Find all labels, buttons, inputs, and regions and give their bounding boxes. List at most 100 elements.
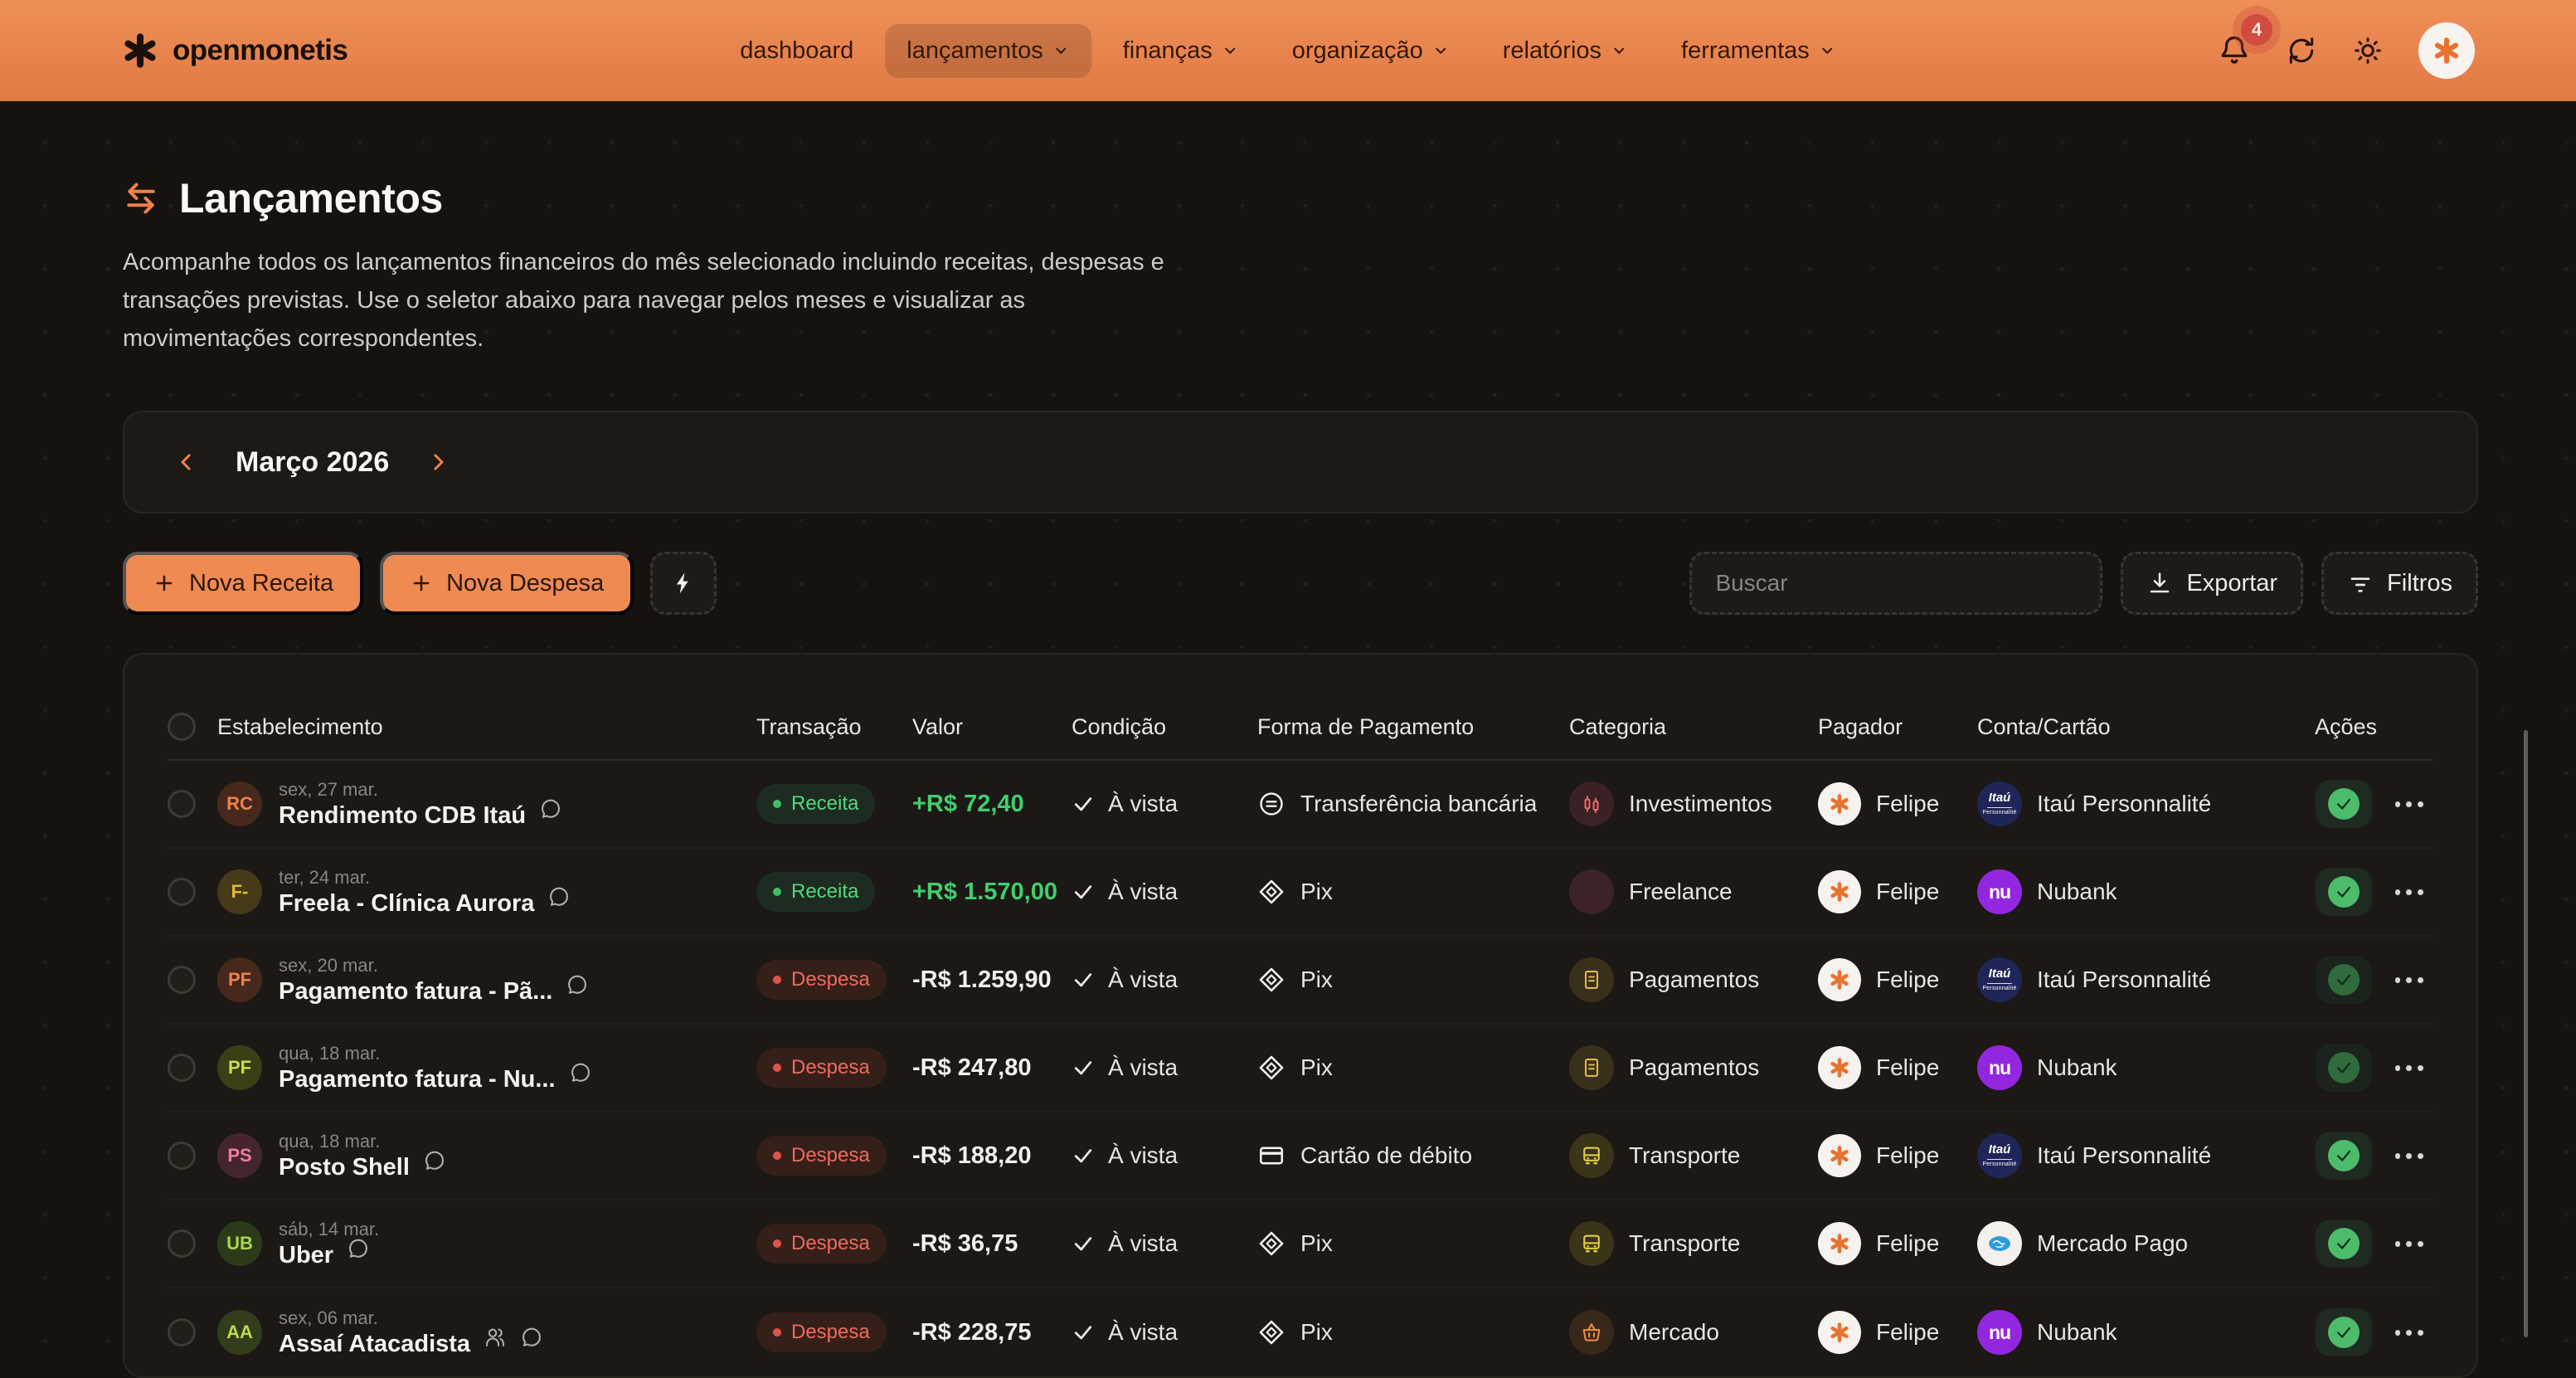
type-dot [773, 1152, 781, 1160]
new-income-button[interactable]: Nova Receita [123, 552, 363, 615]
transaction-name: Posto Shell [279, 1152, 410, 1182]
comment-icon[interactable] [423, 1149, 446, 1172]
condition-label: À vista [1108, 791, 1178, 817]
comment-icon[interactable] [539, 797, 562, 820]
row-menu-button[interactable] [2395, 801, 2423, 807]
table-row[interactable]: PF sex, 20 mar. Pagamento fatura - Pã...… [168, 937, 2433, 1025]
row-menu-button[interactable] [2395, 1330, 2423, 1336]
row-checkbox[interactable] [168, 1142, 196, 1170]
payer-avatar [1818, 958, 1861, 1001]
merchant-avatar: PF [217, 957, 262, 1002]
row-menu-button[interactable] [2395, 1241, 2423, 1247]
row-checkbox[interactable] [168, 966, 196, 994]
comment-icon[interactable] [520, 1326, 543, 1349]
table-row[interactable]: UB sáb, 14 mar. Uber Despesa -R$ 36,75 À… [168, 1200, 2433, 1288]
next-month-button[interactable] [425, 450, 450, 475]
nav-item-ferramentas[interactable]: ferramentas [1660, 24, 1858, 78]
condition-label: À vista [1108, 879, 1178, 905]
row-menu-button[interactable] [2395, 1065, 2423, 1071]
comment-icon[interactable] [566, 973, 589, 996]
comment-icon[interactable] [547, 885, 571, 908]
row-checkbox[interactable] [168, 1054, 196, 1082]
sync-button[interactable] [2286, 35, 2317, 66]
check-icon [1072, 1321, 1095, 1344]
main-navigation: dashboard lançamentos finanças organizaç… [718, 24, 1858, 78]
transaction-name: Pagamento fatura - Nu... [279, 1064, 556, 1094]
account-logo: nu [1977, 1045, 2022, 1090]
table-row[interactable]: AA sex, 06 mar. Assaí Atacadista Despesa… [168, 1288, 2433, 1376]
export-button[interactable]: Exportar [2121, 552, 2303, 615]
category-icon [1569, 782, 1614, 826]
status-check-icon [2328, 876, 2360, 908]
condition-label: À vista [1108, 967, 1178, 993]
nav-item-dashboard[interactable]: dashboard [718, 24, 875, 78]
brand-logo[interactable]: openmonetis [123, 33, 348, 68]
column-header: Forma de Pagamento [1257, 714, 1569, 740]
previous-month-button[interactable] [174, 450, 199, 475]
type-dot [773, 1064, 781, 1072]
nav-item-financas[interactable]: finanças [1101, 24, 1261, 78]
category-icon [1569, 1310, 1614, 1355]
nav-item-lancamentos[interactable]: lançamentos [885, 24, 1091, 78]
table-row[interactable]: F- ter, 24 mar. Freela - Clínica Aurora … [168, 849, 2433, 937]
table-row[interactable]: PF qua, 18 mar. Pagamento fatura - Nu...… [168, 1025, 2433, 1113]
payer-name: Felipe [1876, 1054, 1939, 1081]
row-menu-button[interactable] [2395, 977, 2423, 983]
scrollbar-thumb[interactable] [2524, 730, 2528, 1337]
row-menu-button[interactable] [2395, 889, 2423, 895]
account-name: Nubank [2037, 1054, 2117, 1081]
account-name: Nubank [2037, 879, 2117, 905]
status-check-icon [2328, 1228, 2360, 1259]
comment-icon[interactable] [347, 1237, 370, 1260]
category-icon [1569, 1045, 1614, 1090]
plus-icon [410, 572, 433, 595]
status-confirm-button[interactable] [2316, 1308, 2372, 1356]
payment-method-icon [1257, 1142, 1286, 1170]
category-label: Freelance [1629, 879, 1733, 905]
nav-item-relatorios[interactable]: relatórios [1481, 24, 1650, 78]
transaction-value: -R$ 1.259,90 [912, 967, 1072, 994]
category-icon [1569, 869, 1614, 914]
row-checkbox[interactable] [168, 1229, 196, 1258]
transaction-date: sex, 27 mar. [279, 778, 562, 801]
column-header: Categoria [1569, 714, 1818, 740]
theme-toggle-button[interactable] [2352, 35, 2384, 66]
payment-method-label: Pix [1300, 879, 1333, 905]
payer-avatar [1818, 870, 1861, 913]
row-checkbox[interactable] [168, 790, 196, 818]
status-confirm-button[interactable] [2316, 1132, 2372, 1180]
payer-name: Felipe [1876, 791, 1939, 817]
row-checkbox[interactable] [168, 878, 196, 906]
notification-count-badge: 4 [2241, 14, 2272, 46]
account-logo: ItaúPersonnalité [1977, 1133, 2022, 1178]
merchant-avatar: PS [217, 1133, 262, 1178]
transaction-type-badge: Despesa [756, 1136, 887, 1176]
check-icon [1072, 1056, 1095, 1079]
payer-name: Felipe [1876, 1230, 1939, 1257]
payment-method-label: Pix [1300, 1054, 1333, 1081]
status-confirm-button[interactable] [2316, 956, 2372, 1004]
merchant-avatar: UB [217, 1221, 262, 1266]
row-menu-button[interactable] [2395, 1153, 2423, 1159]
filters-button[interactable]: Filtros [2321, 552, 2478, 615]
condition-label: À vista [1108, 1230, 1178, 1257]
new-expense-button[interactable]: Nova Despesa [380, 552, 634, 615]
payer-name: Felipe [1876, 967, 1939, 993]
select-all-checkbox[interactable] [168, 713, 196, 741]
transaction-value: +R$ 72,40 [912, 791, 1072, 818]
status-confirm-button[interactable] [2316, 868, 2372, 916]
user-avatar[interactable] [2418, 22, 2475, 79]
status-confirm-button[interactable] [2316, 1220, 2372, 1268]
status-confirm-button[interactable] [2316, 780, 2372, 828]
search-input[interactable] [1689, 552, 2102, 615]
notifications-button[interactable]: 4 [2218, 34, 2251, 67]
nav-item-organizacao[interactable]: organização [1271, 24, 1471, 78]
quick-action-button[interactable] [650, 552, 717, 615]
row-checkbox[interactable] [168, 1318, 196, 1346]
table-row[interactable]: RC sex, 27 mar. Rendimento CDB Itaú Rece… [168, 761, 2433, 849]
check-icon [1072, 880, 1095, 903]
comment-icon[interactable] [569, 1061, 592, 1084]
table-row[interactable]: PS qua, 18 mar. Posto Shell Despesa -R$ … [168, 1113, 2433, 1200]
refresh-icon [2286, 35, 2317, 66]
status-confirm-button[interactable] [2316, 1044, 2372, 1092]
